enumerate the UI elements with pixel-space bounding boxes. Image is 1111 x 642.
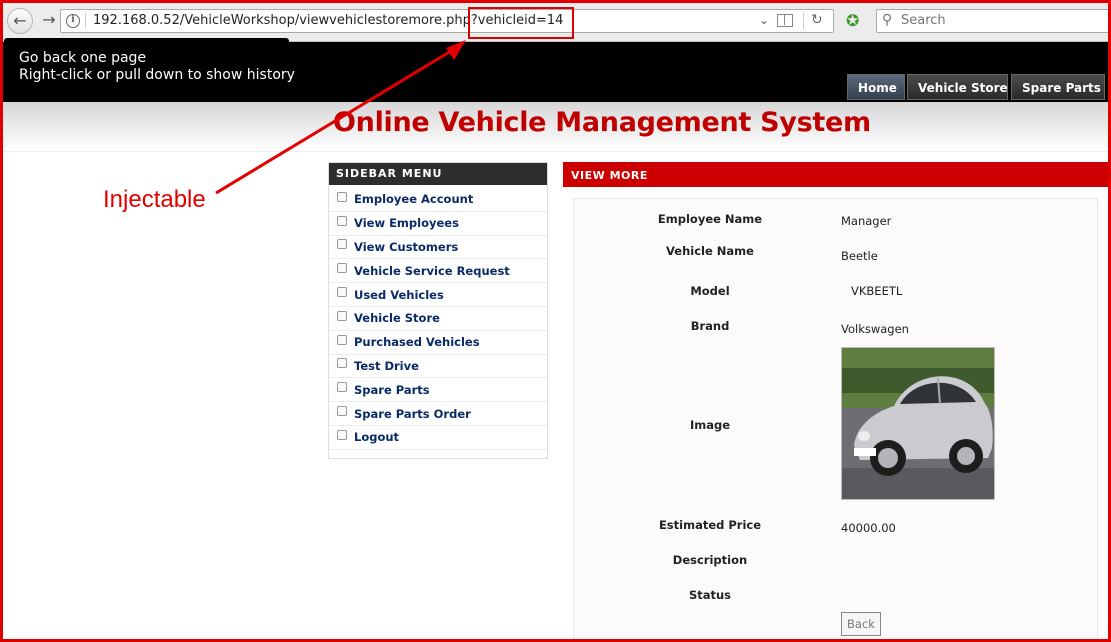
nav-home[interactable]: Home [847,74,905,100]
forward-button[interactable]: → [36,8,62,34]
search-input[interactable] [901,13,1101,28]
sidebar-item-view-employees[interactable]: View Employees [329,212,547,236]
arrow-left-icon: ← [13,11,27,30]
arrow-right-icon: → [42,10,56,29]
status-label: Status [688,588,732,602]
checkbox-icon [337,382,347,393]
sidebar-item-label: Test Drive [354,358,419,373]
sidebar-item-purchased-vehicles[interactable]: Purchased Vehicles [329,331,547,355]
model-label: Model [690,284,730,298]
sidebar-menu: Employee Account View Employees View Cus… [329,185,547,450]
employee-name-label: Employee Name [657,212,763,226]
address-bar[interactable]: i 192.168.0.52/VehicleWorkshop/viewvehic… [60,9,834,33]
info-icon[interactable]: i [66,14,80,28]
sidebar-heading: SIDEBAR MENU [329,163,547,185]
description-label: Description [672,553,748,567]
vehicle-name-label: Vehicle Name [666,244,754,258]
sidebar: SIDEBAR MENU Employee Account View Emplo… [328,162,548,459]
highlight-box [468,7,574,39]
sidebar-item-label: Spare Parts Order [354,406,471,421]
back-button-tooltip: Go back one page Right-click or pull dow… [4,38,295,100]
employee-name-value: Manager [841,214,892,228]
sidebar-item-spare-parts[interactable]: Spare Parts [329,378,547,403]
reader-view-icon[interactable] [777,14,793,27]
extension-icon[interactable]: ✪ [846,11,859,30]
divider [85,13,86,29]
checkbox-icon [337,287,347,298]
checkbox-icon [337,429,347,440]
sidebar-item-label: Employee Account [354,192,474,207]
checkbox-icon [337,358,347,369]
tooltip-line: Right-click or pull down to show history [19,67,295,83]
divider [803,13,804,29]
vehicle-image [841,347,995,500]
back-button[interactable]: ← [7,8,33,34]
sidebar-item-vehicle-service-request[interactable]: Vehicle Service Request [329,259,547,284]
sidebar-item-label: Vehicle Service Request [354,263,510,278]
chevron-down-icon[interactable]: ⌄ [759,13,769,27]
estimated-price-label: Estimated Price [658,518,762,532]
search-bar[interactable]: ⚲ [876,9,1111,33]
sidebar-item-label: Vehicle Store [354,311,440,326]
back-page-button[interactable]: Back [841,612,881,636]
sidebar-item-spare-parts-order[interactable]: Spare Parts Order [329,402,547,426]
search-icon: ⚲ [882,12,893,28]
car-picture [842,348,994,499]
sidebar-item-label: Logout [354,430,400,445]
checkbox-icon [337,263,347,274]
page-title: Online Vehicle Management System [333,107,871,138]
nav-vehicle-store[interactable]: Vehicle Store [907,74,1008,100]
tooltip-line: Go back one page [19,50,147,66]
brand-label: Brand [690,319,730,333]
sidebar-item-label: Spare Parts [354,382,430,397]
vehicle-name-value: Beetle [841,249,878,263]
sidebar-item-label: Used Vehicles [354,287,444,302]
brand-value: Volkswagen [841,322,909,336]
checkbox-icon [337,215,347,226]
sidebar-item-test-drive[interactable]: Test Drive [329,355,547,379]
sidebar-item-label: View Customers [354,239,459,254]
injectable-annotation: Injectable [103,186,206,213]
checkbox-icon [337,334,347,345]
estimated-price-value: 40000.00 [841,521,896,535]
sidebar-item-vehicle-store[interactable]: Vehicle Store [329,307,547,331]
checkbox-icon [337,406,347,417]
image-label: Image [689,418,731,432]
reload-icon[interactable]: ↻ [811,12,823,28]
checkbox-icon [337,239,347,250]
model-value: VKBEETL [851,284,903,298]
sidebar-item-employee-account[interactable]: Employee Account [329,188,547,212]
checkbox-icon [337,310,347,321]
view-more-heading: VIEW MORE [563,162,1111,187]
sidebar-item-view-customers[interactable]: View Customers [329,236,547,260]
sidebar-item-used-vehicles[interactable]: Used Vehicles [329,283,547,307]
sidebar-item-label: View Employees [354,216,459,231]
checkbox-icon [337,191,347,202]
sidebar-item-logout[interactable]: Logout [329,426,547,450]
sidebar-item-label: Purchased Vehicles [354,335,480,350]
nav-spare-parts[interactable]: Spare Parts [1011,74,1105,100]
